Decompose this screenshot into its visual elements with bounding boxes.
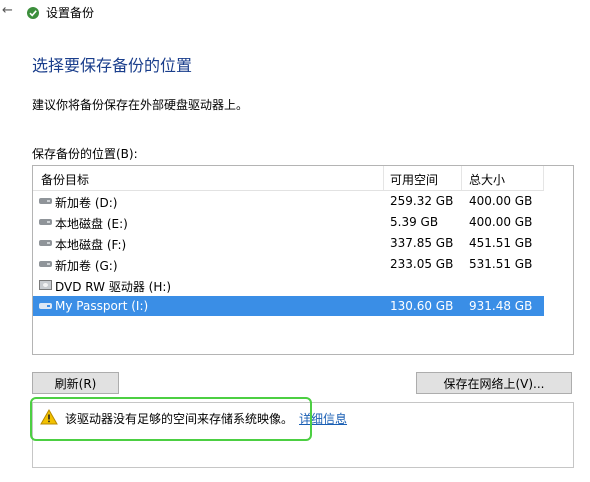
free-space: 233.05 GB	[390, 257, 454, 271]
column-separator[interactable]	[543, 166, 544, 190]
drive-name: 本地磁盘 (F:)	[55, 238, 127, 252]
highlight-outline	[30, 397, 312, 441]
hard-drive-icon	[39, 261, 52, 267]
table-row[interactable]: DVD RW 驱动器 (H:)	[33, 275, 544, 295]
save-on-network-button[interactable]: 保存在网络上(V)...	[416, 372, 572, 394]
column-header-free-space[interactable]: 可用空间	[390, 171, 438, 188]
hard-drive-icon	[39, 303, 52, 309]
column-header-total-size[interactable]: 总大小	[469, 171, 505, 188]
drive-name: 新加卷 (D:)	[55, 196, 118, 210]
drive-name: DVD RW 驱动器 (H:)	[55, 280, 172, 294]
hard-drive-icon	[39, 198, 52, 204]
recommendation-text: 建议你将备份保存在外部硬盘驱动器上。	[32, 98, 249, 112]
column-header-target[interactable]: 备份目标	[41, 171, 89, 188]
backup-destination-list[interactable]: 备份目标 可用空间 总大小 新加卷 (D:) 259.32 GB 400.00 …	[32, 165, 574, 355]
refresh-button[interactable]: 刷新(R)	[32, 372, 119, 394]
total-size: 400.00 GB	[469, 194, 533, 208]
free-space: 5.39 GB	[390, 215, 439, 229]
free-space: 337.85 GB	[390, 236, 454, 250]
free-space: 259.32 GB	[390, 194, 454, 208]
drive-name: 本地磁盘 (E:)	[55, 217, 128, 231]
drive-name: 新加卷 (G:)	[55, 259, 118, 273]
table-row[interactable]: 本地磁盘 (F:) 337.85 GB 451.51 GB	[33, 233, 544, 253]
back-arrow-icon[interactable]: ←	[2, 3, 13, 18]
hard-drive-icon	[39, 240, 52, 246]
free-space: 130.60 GB	[390, 299, 454, 313]
page-heading: 选择要保存备份的位置	[32, 56, 193, 75]
column-separator[interactable]	[461, 166, 462, 190]
column-separator[interactable]	[383, 166, 384, 190]
table-row[interactable]: 本地磁盘 (E:) 5.39 GB 400.00 GB	[33, 212, 544, 232]
window-title: 设置备份	[46, 6, 95, 20]
drive-name: My Passport (I:)	[55, 299, 149, 313]
backup-location-label: 保存备份的位置(B):	[32, 147, 138, 161]
total-size: 451.51 GB	[469, 236, 533, 250]
dvd-drive-icon	[39, 280, 52, 290]
table-row[interactable]: 新加卷 (D:) 259.32 GB 400.00 GB	[33, 191, 544, 211]
backup-app-icon	[26, 6, 40, 20]
total-size: 931.48 GB	[469, 299, 533, 313]
list-header: 备份目标 可用空间 总大小	[33, 166, 544, 191]
total-size: 400.00 GB	[469, 215, 533, 229]
title-bar: ← 设置备份	[0, 0, 590, 26]
table-row[interactable]: 新加卷 (G:) 233.05 GB 531.51 GB	[33, 254, 544, 274]
total-size: 531.51 GB	[469, 257, 533, 271]
hard-drive-icon	[39, 219, 52, 225]
table-row-selected[interactable]: My Passport (I:) 130.60 GB 931.48 GB	[33, 296, 544, 316]
